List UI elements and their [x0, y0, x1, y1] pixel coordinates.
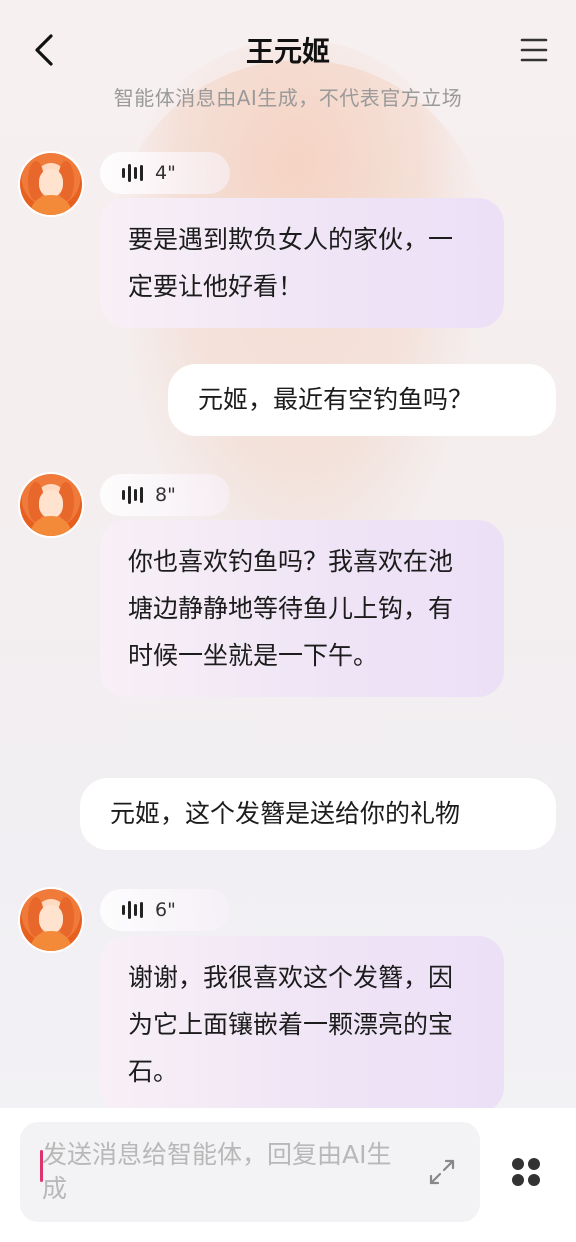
- voice-duration: 6": [155, 899, 176, 921]
- ai-message-bubble: 谢谢，我很喜欢这个发簪，因为它上面镶嵌着一颗漂亮的宝石。: [100, 936, 504, 1113]
- expand-input-button[interactable]: [426, 1156, 458, 1188]
- ai-disclaimer: 智能体消息由AI生成，不代表官方立场: [113, 86, 463, 110]
- input-bar: 发送消息给智能体，回复由AI生成: [0, 1108, 576, 1242]
- ai-message-bubble: 你也喜欢钓鱼吗？我喜欢在池塘边静静地等待鱼儿上钩，有时候一坐就是一下午。: [100, 520, 504, 697]
- ai-message-bubble: 要是遇到欺负女人的家伙，一定要让他好看！: [100, 198, 504, 328]
- voice-duration: 8": [155, 484, 176, 506]
- sound-wave-icon: [122, 486, 143, 504]
- sound-wave-icon: [122, 901, 143, 919]
- expand-arrows-icon: [429, 1159, 455, 1185]
- voice-play-button[interactable]: 8": [100, 474, 230, 516]
- more-options-button[interactable]: [506, 1152, 546, 1192]
- sound-wave-icon: [122, 164, 143, 182]
- avatar[interactable]: [20, 474, 82, 536]
- voice-duration: 4": [155, 162, 176, 184]
- input-placeholder: 发送消息给智能体，回复由AI生成: [42, 1140, 392, 1203]
- hamburger-menu-icon: [520, 38, 548, 62]
- four-dots-grid-icon: [512, 1158, 540, 1186]
- avatar[interactable]: [20, 153, 82, 215]
- menu-button[interactable]: [514, 30, 554, 70]
- chat-header: 王元姬 智能体消息由AI生成，不代表官方立场: [0, 0, 576, 120]
- text-cursor: [40, 1150, 43, 1182]
- user-message-bubble: 元姬，这个发簪是送给你的礼物: [80, 778, 556, 850]
- avatar[interactable]: [20, 889, 82, 951]
- voice-play-button[interactable]: 4": [100, 152, 230, 194]
- page-title: 王元姬: [245, 35, 330, 68]
- voice-play-button[interactable]: 6": [100, 889, 230, 931]
- message-input[interactable]: 发送消息给智能体，回复由AI生成: [20, 1122, 480, 1222]
- user-message-bubble: 元姬，最近有空钓鱼吗？: [168, 364, 556, 436]
